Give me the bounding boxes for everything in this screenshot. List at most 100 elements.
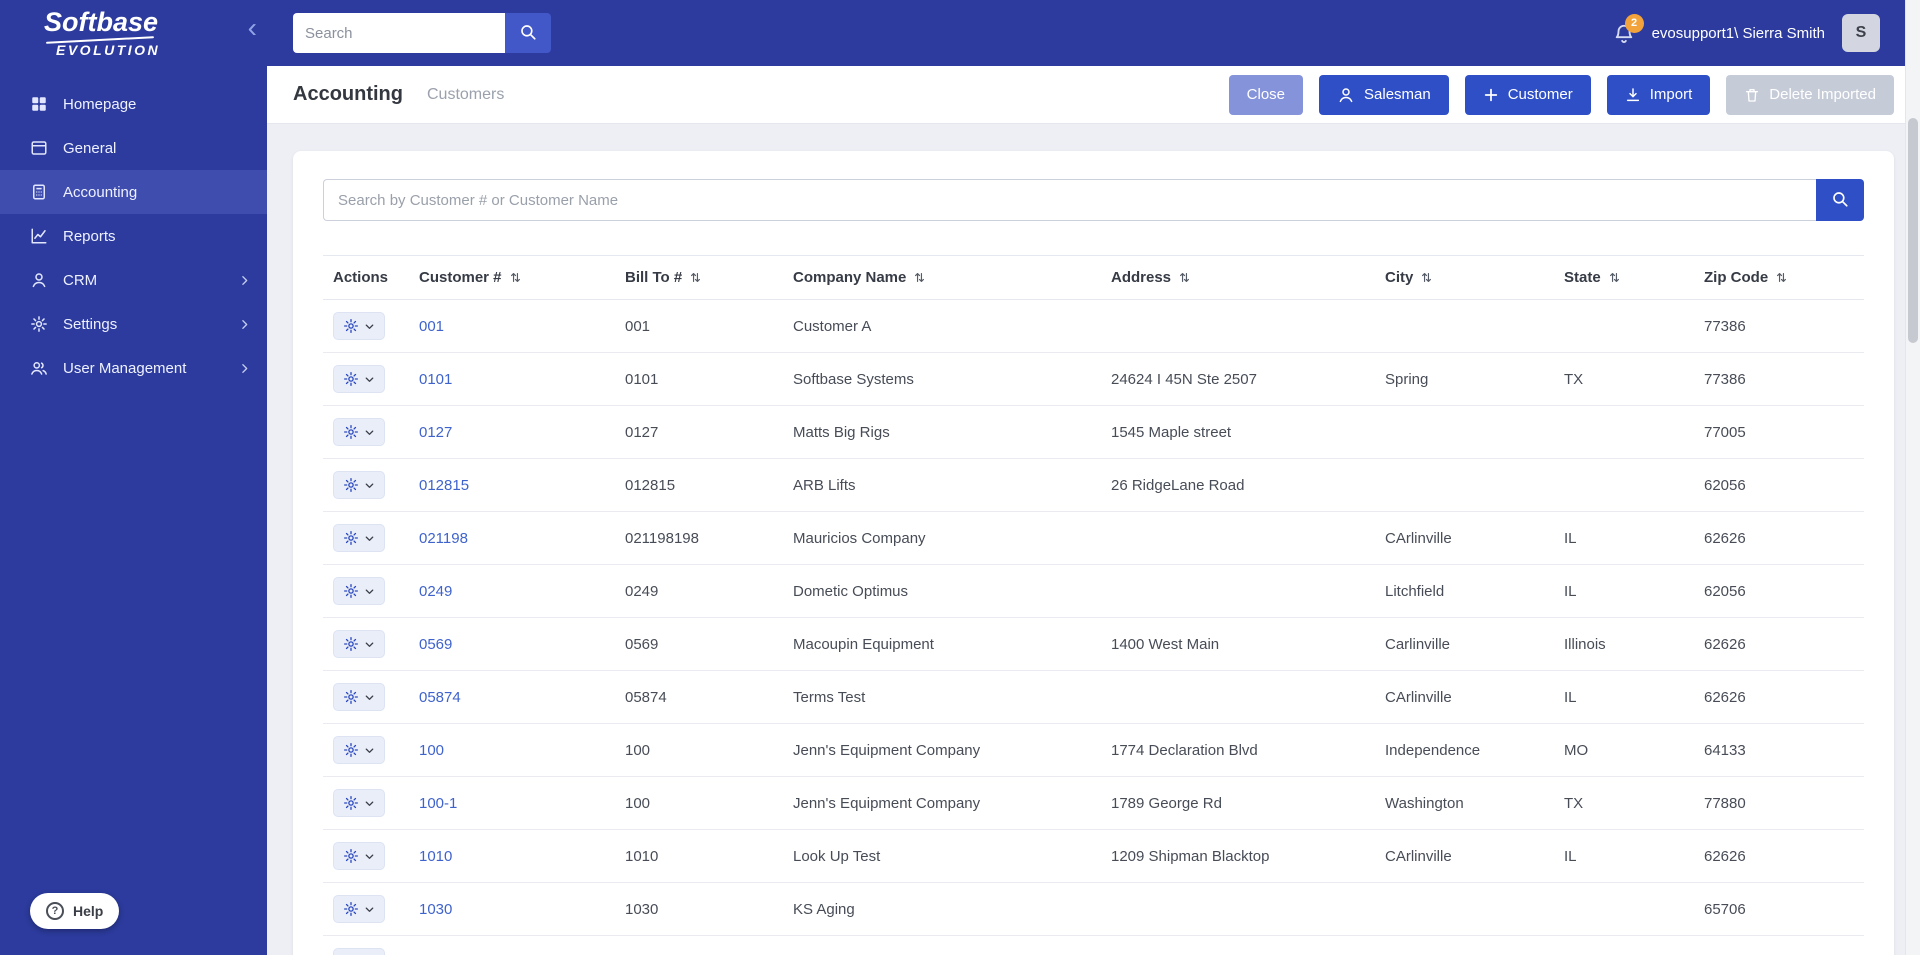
- sidebar-item-accounting[interactable]: Accounting: [0, 170, 267, 214]
- user-avatar[interactable]: S: [1842, 14, 1880, 52]
- customer-number-link[interactable]: 100-1: [419, 795, 457, 812]
- sidebar-item-reports[interactable]: Reports: [0, 214, 267, 258]
- table-row: 100-1 100 Jenn's Equipment Company 1789 Geo…: [323, 776, 1864, 830]
- cell-address: 1209 Shipman Blacktop: [1101, 829, 1375, 883]
- chevron-down-icon: [364, 692, 375, 703]
- chevron-down-icon: [364, 586, 375, 597]
- column-header-bill-to[interactable]: Bill To #: [615, 255, 783, 300]
- customer-number-link[interactable]: 001: [419, 318, 444, 335]
- customer-number-link[interactable]: 1010: [419, 848, 452, 865]
- cell-bill-to: 0127: [615, 405, 783, 459]
- row-actions-button[interactable]: [333, 948, 385, 955]
- customer-number-link[interactable]: 0569: [419, 636, 452, 653]
- help-button[interactable]: ? Help: [30, 893, 120, 929]
- row-actions-button[interactable]: [333, 577, 385, 605]
- customer-number-link[interactable]: 0127: [419, 424, 452, 441]
- table-row: 100 100 Jenn's Equipment Company 1774 Decla…: [323, 723, 1864, 777]
- cell-customer-number: 1030: [409, 882, 615, 936]
- sidebar-item-label: Accounting: [63, 183, 138, 201]
- row-actions-button[interactable]: [333, 789, 385, 817]
- row-actions-button[interactable]: [333, 471, 385, 499]
- sidebar-item-label: CRM: [63, 271, 98, 289]
- cell-address: [1101, 299, 1375, 353]
- chevron-down-icon: [364, 904, 375, 915]
- row-actions-button[interactable]: [333, 736, 385, 764]
- close-button[interactable]: Close: [1228, 74, 1304, 115]
- column-header-city[interactable]: City: [1375, 255, 1554, 300]
- page-scrollbar[interactable]: [1905, 0, 1920, 955]
- sidebar-item-crm[interactable]: CRM: [0, 258, 267, 302]
- column-label: Company Name: [793, 269, 907, 286]
- row-actions-button[interactable]: [333, 524, 385, 552]
- cell-address: 26 RidgeLane Road: [1101, 458, 1375, 512]
- column-header-state[interactable]: State: [1554, 255, 1694, 300]
- cell-city: Washington: [1375, 776, 1554, 830]
- sidebar-collapse-button[interactable]: ‹: [248, 14, 257, 42]
- row-actions-button[interactable]: [333, 630, 385, 658]
- global-search-button[interactable]: [505, 13, 551, 53]
- cell-state: IL: [1554, 511, 1694, 565]
- cell-city: CArlinville: [1375, 670, 1554, 724]
- cell-actions: [323, 829, 409, 883]
- customer-button[interactable]: Customer: [1464, 74, 1591, 115]
- column-header-actions: Actions: [323, 255, 409, 300]
- customer-number-link[interactable]: 012815: [419, 477, 469, 494]
- scrollbar-thumb[interactable]: [1908, 118, 1918, 343]
- cell-customer-number: 1010: [409, 829, 615, 883]
- sidebar-item-user-management[interactable]: User Management: [0, 346, 267, 390]
- cell-actions: [323, 723, 409, 777]
- customer-number-link[interactable]: 0249: [419, 583, 452, 600]
- customer-number-link[interactable]: 0101: [419, 371, 452, 388]
- row-actions-button[interactable]: [333, 895, 385, 923]
- notifications-button[interactable]: 2: [1613, 13, 1644, 50]
- column-header-company-name[interactable]: Company Name: [783, 255, 1101, 300]
- import-button[interactable]: Import: [1606, 74, 1711, 115]
- customer-number-link[interactable]: 100: [419, 742, 444, 759]
- customers-card: Actions Customer # Bill To # Company Name Ad…: [293, 151, 1894, 955]
- table-row: 1030 1030 KS Aging 65706: [323, 882, 1864, 936]
- button-label: Customer: [1507, 86, 1573, 103]
- cell-bill-to: 100: [615, 776, 783, 830]
- sidebar-item-homepage[interactable]: Homepage: [0, 82, 267, 126]
- import-icon: [1625, 87, 1641, 103]
- button-label: Delete Imported: [1769, 86, 1876, 103]
- cell-company-name: Softbase Systems: [783, 352, 1101, 406]
- chevron-down-icon: [364, 798, 375, 809]
- row-actions-button[interactable]: [333, 842, 385, 870]
- customer-number-link[interactable]: 021198: [419, 530, 468, 547]
- cell-bill-to: 1010: [615, 829, 783, 883]
- customer-number-link[interactable]: 1030: [419, 901, 452, 918]
- cell-city: [1375, 458, 1554, 512]
- row-actions-button[interactable]: [333, 312, 385, 340]
- row-actions-button[interactable]: [333, 683, 385, 711]
- person-icon: [1337, 86, 1355, 104]
- column-header-customer[interactable]: Customer #: [409, 255, 615, 300]
- customer-number-link[interactable]: 05874: [419, 689, 461, 706]
- search-icon: [1831, 190, 1849, 211]
- customer-search-button[interactable]: [1816, 179, 1864, 221]
- sidebar-item-general[interactable]: General: [0, 126, 267, 170]
- tab-customers[interactable]: Customers: [427, 86, 504, 104]
- row-actions-button[interactable]: [333, 365, 385, 393]
- column-header-zip-code[interactable]: Zip Code: [1694, 255, 1864, 300]
- delete-imported-button[interactable]: Delete Imported: [1726, 74, 1894, 115]
- cell-company-name: KS Aging: [783, 882, 1101, 936]
- button-label: Salesman: [1364, 86, 1431, 103]
- cell-zip: 62626: [1694, 617, 1864, 671]
- cell-zip: 62626: [1694, 935, 1864, 955]
- cell-bill-to: 001: [615, 299, 783, 353]
- cell-city: CArlinville: [1375, 829, 1554, 883]
- gear-icon: [343, 318, 359, 334]
- cell-state: IL: [1554, 564, 1694, 618]
- global-search-input[interactable]: [293, 13, 505, 53]
- gear-icon: [343, 424, 359, 440]
- customer-search-input[interactable]: [323, 179, 1816, 221]
- button-label: Close: [1246, 86, 1286, 103]
- search-icon: [519, 23, 537, 44]
- column-header-address[interactable]: Address: [1101, 255, 1375, 300]
- row-actions-button[interactable]: [333, 418, 385, 446]
- cell-zip: 65706: [1694, 882, 1864, 936]
- sidebar-item-settings[interactable]: Settings: [0, 302, 267, 346]
- salesman-button[interactable]: Salesman: [1319, 74, 1449, 115]
- cell-actions: [323, 617, 409, 671]
